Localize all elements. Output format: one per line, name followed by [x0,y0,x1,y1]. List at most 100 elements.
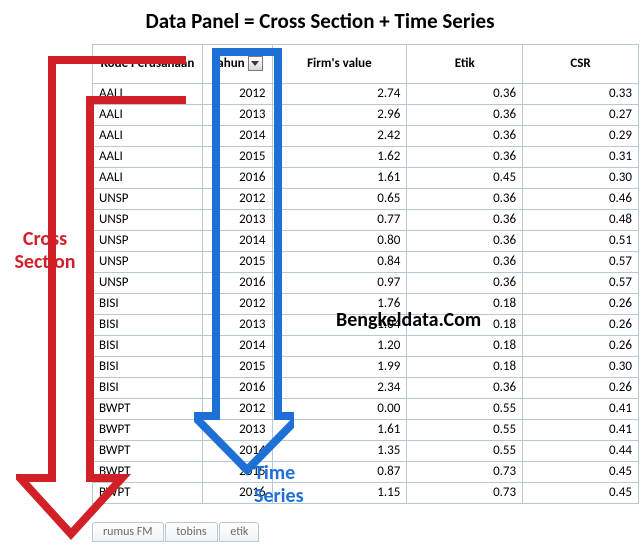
cell-etik[interactable]: 0.73 [407,461,523,482]
cell-year[interactable]: 2016 [203,377,273,398]
cell-fv[interactable]: 2.42 [272,125,407,146]
cell-code[interactable]: UNSP [93,251,203,272]
cell-code[interactable]: BISI [93,293,203,314]
cell-csr[interactable]: 0.44 [523,440,639,461]
cell-code[interactable]: UNSP [93,230,203,251]
cell-csr[interactable]: 0.26 [523,377,639,398]
table-row[interactable]: BWPT20131.610.550.41 [93,419,639,440]
table-row[interactable]: BISI20162.340.360.26 [93,377,639,398]
cell-etik[interactable]: 0.55 [407,419,523,440]
cell-code[interactable]: BWPT [93,482,203,503]
cell-fv[interactable]: 2.74 [272,83,407,104]
cell-etik[interactable]: 0.36 [407,251,523,272]
cell-year[interactable]: 2014 [203,440,273,461]
cell-code[interactable]: UNSP [93,209,203,230]
table-row[interactable]: UNSP20120.650.360.46 [93,188,639,209]
cell-fv[interactable]: 0.97 [272,272,407,293]
cell-code[interactable]: UNSP [93,188,203,209]
cell-year[interactable]: 2015 [203,146,273,167]
cell-code[interactable]: AALI [93,104,203,125]
cell-csr[interactable]: 0.41 [523,398,639,419]
cell-year[interactable]: 2014 [203,335,273,356]
cell-csr[interactable]: 0.30 [523,356,639,377]
cell-csr[interactable]: 0.45 [523,461,639,482]
cell-etik[interactable]: 0.36 [407,230,523,251]
cell-code[interactable]: BISI [93,377,203,398]
cell-fv[interactable]: 1.61 [272,167,407,188]
cell-csr[interactable]: 0.51 [523,230,639,251]
cell-csr[interactable]: 0.48 [523,209,639,230]
cell-year[interactable]: 2013 [203,104,273,125]
table-row[interactable]: AALI20122.740.360.33 [93,83,639,104]
col-year[interactable]: Tahun [203,45,273,83]
col-fv[interactable]: Firm's value [272,45,407,83]
cell-year[interactable]: 2013 [203,314,273,335]
cell-fv[interactable]: 0.00 [272,398,407,419]
cell-year[interactable]: 2012 [203,398,273,419]
cell-etik[interactable]: 0.36 [407,146,523,167]
cell-csr[interactable]: 0.57 [523,251,639,272]
cell-fv[interactable]: 0.65 [272,188,407,209]
filter-icon[interactable] [248,56,263,71]
cell-code[interactable]: BISI [93,335,203,356]
cell-csr[interactable]: 0.26 [523,314,639,335]
cell-csr[interactable]: 0.57 [523,272,639,293]
cell-year[interactable]: 2013 [203,209,273,230]
cell-fv[interactable]: 0.84 [272,251,407,272]
table-row[interactable]: UNSP20160.970.360.57 [93,272,639,293]
cell-code[interactable]: AALI [93,83,203,104]
cell-csr[interactable]: 0.45 [523,482,639,503]
cell-csr[interactable]: 0.26 [523,293,639,314]
cell-etik[interactable]: 0.18 [407,335,523,356]
cell-fv[interactable]: 1.61 [272,419,407,440]
table-row[interactable]: BISI20141.200.180.26 [93,335,639,356]
cell-etik[interactable]: 0.55 [407,398,523,419]
cell-csr[interactable]: 0.31 [523,146,639,167]
cell-code[interactable]: BWPT [93,398,203,419]
cell-year[interactable]: 2012 [203,293,273,314]
cell-etik[interactable]: 0.36 [407,188,523,209]
col-csr[interactable]: CSR [523,45,639,83]
cell-fv[interactable]: 0.77 [272,209,407,230]
table-row[interactable]: BISI20151.990.180.30 [93,356,639,377]
sheet-tab[interactable]: tobins [165,522,217,542]
cell-etik[interactable]: 0.73 [407,482,523,503]
cell-etik[interactable]: 0.36 [407,272,523,293]
table-row[interactable]: AALI20132.960.360.27 [93,104,639,125]
cell-csr[interactable]: 0.33 [523,83,639,104]
cell-fv[interactable]: 1.99 [272,356,407,377]
table-row[interactable]: AALI20142.420.360.29 [93,125,639,146]
cell-code[interactable]: AALI [93,167,203,188]
cell-csr[interactable]: 0.41 [523,419,639,440]
cell-year[interactable]: 2012 [203,188,273,209]
cell-fv[interactable]: 0.80 [272,230,407,251]
cell-etik[interactable]: 0.36 [407,209,523,230]
cell-etik[interactable]: 0.36 [407,377,523,398]
table-row[interactable]: BWPT20150.870.730.45 [93,461,639,482]
cell-code[interactable]: BISI [93,314,203,335]
cell-year[interactable]: 2012 [203,83,273,104]
cell-year[interactable]: 2014 [203,230,273,251]
table-row[interactable]: UNSP20150.840.360.57 [93,251,639,272]
cell-fv[interactable]: 1.20 [272,335,407,356]
table-row[interactable]: AALI20161.610.450.30 [93,167,639,188]
table-row[interactable]: UNSP20140.800.360.51 [93,230,639,251]
col-code[interactable]: Kode Perusahaan [93,45,203,83]
cell-code[interactable]: AALI [93,146,203,167]
cell-csr[interactable]: 0.30 [523,167,639,188]
table-row[interactable]: BWPT20141.350.550.44 [93,440,639,461]
cell-csr[interactable]: 0.29 [523,125,639,146]
sheet-tab[interactable]: etik [219,522,259,542]
cell-year[interactable]: 2016 [203,167,273,188]
cell-csr[interactable]: 0.46 [523,188,639,209]
cell-code[interactable]: UNSP [93,272,203,293]
cell-fv[interactable]: 1.62 [272,146,407,167]
cell-etik[interactable]: 0.55 [407,440,523,461]
cell-csr[interactable]: 0.26 [523,335,639,356]
cell-year[interactable]: 2014 [203,125,273,146]
cell-csr[interactable]: 0.27 [523,104,639,125]
cell-year[interactable]: 2015 [203,356,273,377]
cell-year[interactable]: 2015 [203,251,273,272]
table-row[interactable]: AALI20151.620.360.31 [93,146,639,167]
cell-code[interactable]: BWPT [93,461,203,482]
